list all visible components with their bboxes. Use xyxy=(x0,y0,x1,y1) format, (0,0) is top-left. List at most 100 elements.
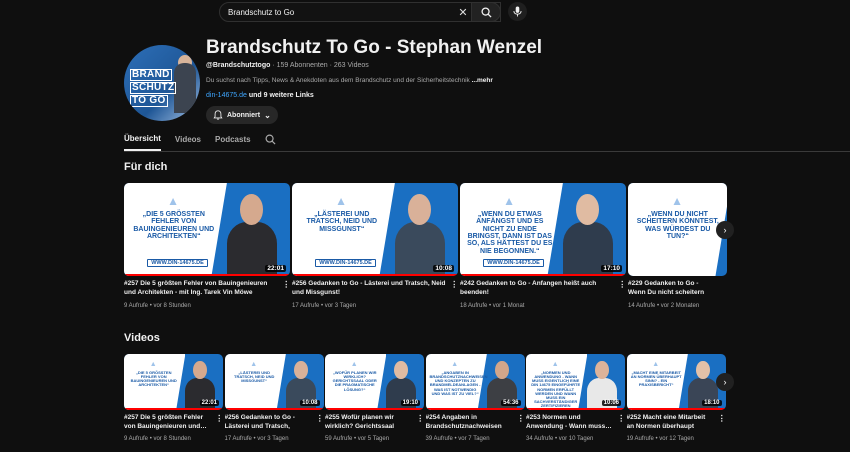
watch-progress-bar xyxy=(626,408,726,410)
thumbnail-quote: „WENN DU ETWAS ANFÄNGST UND ES NICHT ZU … xyxy=(467,210,553,255)
duration-badge: 18:10 xyxy=(702,400,722,406)
thumbnail-url: WWW.DIN-14675.DE xyxy=(483,259,544,268)
video-count: 263 Videos xyxy=(333,62,369,69)
more-actions-icon[interactable]: ⋮ xyxy=(416,413,425,424)
thumbnail-person-head xyxy=(695,360,710,380)
video-thumbnail[interactable]: ▲ „DIE 5 GRÖSSTEN FEHLER VON BAUINGENIEUR… xyxy=(124,183,290,276)
video-meta: 9 Aufrufe • vor 8 Stunden xyxy=(124,303,191,309)
bell-icon xyxy=(213,110,223,120)
tab-videos[interactable]: Videos xyxy=(175,135,201,150)
video-thumbnail[interactable]: ▲ „WENN DU NICHT SCHEITERN KÖNNTEST, WAS … xyxy=(628,183,727,276)
thumbnail-person-head xyxy=(576,194,600,225)
video-title[interactable]: #255 Wofür planen wir wirklich? Gerichts… xyxy=(325,414,412,432)
more-actions-icon[interactable]: ⋮ xyxy=(718,413,727,424)
thumbnail-person-head xyxy=(394,360,409,380)
avatar-logo-text: BRAND SCHUTZ TO GO xyxy=(130,69,177,107)
channel-website-link[interactable]: din-14675.de xyxy=(206,92,247,99)
video-thumbnail[interactable]: ▲ „LÄSTEREI UND TRATSCH, NEID UND MISSGUN… xyxy=(224,354,324,410)
more-actions-icon[interactable]: ⋮ xyxy=(517,413,526,424)
video-title[interactable]: #256 Gedanken to Go - Lästerei und Trats… xyxy=(292,280,446,298)
video-meta: 18 Aufrufe • vor 1 Monat xyxy=(460,303,524,309)
tab-podcasts[interactable]: Podcasts xyxy=(215,135,251,150)
thumbnail-url: WWW.DIN-14675.DE xyxy=(147,259,208,268)
video-title[interactable]: #229 Gedanken to Go - Wenn Du nicht sche… xyxy=(628,280,715,298)
channel-meta: @Brandschutztogo · 159 Abonnenten · 263 … xyxy=(206,62,369,69)
video-meta: 17 Aufrufe • vor 3 Tagen xyxy=(225,436,289,442)
video-meta: 59 Aufrufe • vor 5 Tagen xyxy=(325,436,389,442)
videos-next-button[interactable]: › xyxy=(716,373,734,391)
video-thumbnail[interactable]: ▲ „ANGABEN IN BRANDSCHUTZNACHWEISEN UND K… xyxy=(425,354,525,410)
thumbnail-person-head xyxy=(494,360,509,380)
thumbnail-quote: „WENN DU NICHT SCHEITERN KÖNNTEST, WAS W… xyxy=(636,210,719,240)
channel-title: Brandschutz To Go - Stephan Wenzel xyxy=(206,37,543,58)
thumbnail-logo-icon: ▲ xyxy=(551,360,559,368)
thumbnail-logo-icon: ▲ xyxy=(503,194,516,209)
watch-progress-bar xyxy=(526,408,625,410)
thumbnail-logo-icon: ▲ xyxy=(652,360,660,368)
video-thumbnail[interactable]: ▲ „DIE 5 GRÖSSTEN FEHLER VON BAUINGENIEUR… xyxy=(124,354,223,410)
thumbnail-logo-icon: ▲ xyxy=(671,194,684,209)
video-meta: 14 Aufrufe • vor 2 Monaten xyxy=(628,303,699,309)
watch-progress-bar xyxy=(325,408,424,410)
video-thumbnail[interactable]: ▲ „MACHT EINE MITARBEIT AN NORMEN ÜBERHAU… xyxy=(626,354,726,410)
video-title[interactable]: #257 Die 5 größten Fehler von Bauingenie… xyxy=(124,414,211,432)
chevron-down-icon: ⌄ xyxy=(264,110,271,120)
section-title-for-you: Für dich xyxy=(124,161,168,173)
avatar-person-body xyxy=(174,63,196,113)
upload-age: vor 10 Tagen xyxy=(558,436,594,442)
view-count: 18 Aufrufe xyxy=(460,303,488,309)
video-title[interactable]: #256 Gedanken to Go - Lästerei und Trats… xyxy=(225,414,312,432)
subscribed-button[interactable]: Abonniert ⌄ xyxy=(206,106,278,124)
thumbnail-person-head xyxy=(293,360,308,380)
duration-badge: 54:36 xyxy=(501,400,521,406)
description-text: Du suchst nach Tipps, News & Anekdoten a… xyxy=(206,77,470,84)
channel-search-icon[interactable] xyxy=(265,134,276,145)
video-title[interactable]: #252 Macht eine Mitarbeit an Normen über… xyxy=(627,414,714,432)
channel-avatar[interactable]: BRAND SCHUTZ TO GO xyxy=(124,45,200,121)
view-count: 19 Aufrufe xyxy=(626,436,654,442)
thumbnail-url: WWW.DIN-14675.DE xyxy=(315,259,376,268)
video-title[interactable]: #242 Gedanken to Go - Anfangen heißt auc… xyxy=(460,280,614,298)
more-actions-icon[interactable]: ⋮ xyxy=(282,279,291,290)
more-link[interactable]: ...mehr xyxy=(472,77,493,84)
more-actions-icon[interactable]: ⋮ xyxy=(618,279,627,290)
thumbnail-person-head xyxy=(193,360,208,380)
video-meta: 34 Aufrufe • vor 10 Tagen xyxy=(526,436,593,442)
search-button[interactable] xyxy=(471,2,501,22)
clear-search-icon[interactable]: ✕ xyxy=(454,3,472,21)
duration-badge: 17:10 xyxy=(601,265,622,272)
watch-progress-bar xyxy=(224,408,324,410)
video-title[interactable]: #257 Die 5 größten Fehler von Bauingenie… xyxy=(124,280,278,298)
for-you-next-button[interactable]: › xyxy=(716,221,734,239)
upload-age: vor 12 Tagen xyxy=(659,436,694,442)
duration-badge: 10:08 xyxy=(300,400,320,406)
video-thumbnail[interactable]: ▲ „LÄSTEREI UND TRATSCH, NEID UND MISSGUN… xyxy=(292,183,458,276)
more-links-link[interactable]: und 9 weitere Links xyxy=(249,92,314,99)
thumbnail-logo-icon: ▲ xyxy=(350,360,358,368)
video-title[interactable]: #254 Angaben in Brandschutznachweisen un… xyxy=(426,414,513,432)
more-actions-icon[interactable]: ⋮ xyxy=(215,413,224,424)
more-actions-icon[interactable]: ⋮ xyxy=(316,413,325,424)
voice-search-button[interactable] xyxy=(508,2,527,21)
video-thumbnail[interactable]: ▲ „WOFÜR PLANEN WIR WIRKLICH? GERICHTSSAA… xyxy=(325,354,424,410)
video-title[interactable]: #253 Normen und Anwendung - Wann muss… xyxy=(526,414,613,432)
watch-progress-bar xyxy=(124,274,290,276)
search-icon xyxy=(480,6,492,18)
thumbnail-quote: „LÄSTEREI UND TRATSCH, NEID UND MISSGUNS… xyxy=(306,210,378,233)
upload-age: vor 3 Tagen xyxy=(257,436,289,442)
subscriber-count: 159 Abonnenten xyxy=(276,62,328,69)
tab-overview[interactable]: Übersicht xyxy=(124,134,161,151)
watch-progress-bar xyxy=(460,274,626,276)
video-thumbnail[interactable]: ▲ „WENN DU ETWAS ANFÄNGST UND ES NICHT ZU… xyxy=(460,183,626,276)
view-count: 39 Aufrufe xyxy=(425,436,453,442)
channel-handle: @Brandschutztogo xyxy=(206,62,271,69)
duration-badge: 10:08 xyxy=(433,265,454,272)
more-actions-icon[interactable]: ⋮ xyxy=(617,413,626,424)
upload-age: vor 1 Monat xyxy=(492,303,525,309)
more-actions-icon[interactable]: ⋮ xyxy=(450,279,459,290)
tabs-divider xyxy=(124,151,850,152)
thumbnail-quote: „DIE 5 GRÖSSTEN FEHLER VON BAUINGENIEURE… xyxy=(130,369,177,388)
video-thumbnail[interactable]: ▲ „NORMEN UND ANWENDUNG - WANN MUSS EIGEN… xyxy=(526,354,625,410)
channel-description[interactable]: Du suchst nach Tipps, News & Anekdoten a… xyxy=(206,77,493,84)
chevron-right-icon: › xyxy=(723,377,727,387)
